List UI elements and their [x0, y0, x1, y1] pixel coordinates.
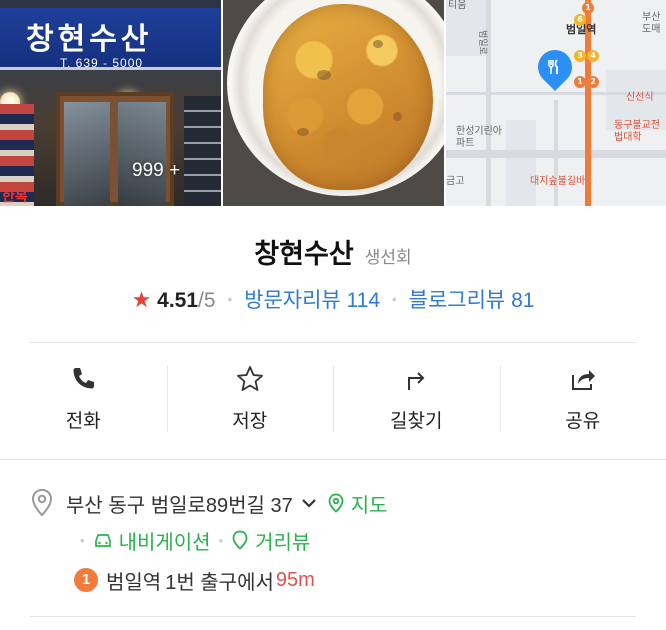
- separator: •: [80, 532, 85, 548]
- divider: [30, 616, 636, 617]
- subway-row: 1 범일역 1번 출구에서 95m: [74, 564, 315, 596]
- sign-phone: T. 639 - 5000: [60, 56, 144, 70]
- star-icon: ★: [131, 287, 152, 312]
- food-detail: [373, 40, 383, 48]
- place-category: 생선회: [364, 248, 412, 268]
- map-link[interactable]: 지도: [327, 489, 388, 518]
- rating-score: 4.51: [157, 289, 199, 312]
- line-number: 3: [574, 50, 586, 62]
- place-header: 창현수산 생선회: [0, 232, 666, 271]
- food-detail: [297, 128, 309, 136]
- food: [263, 4, 433, 190]
- address-text: 부산 동구 범일로89번길 37: [66, 494, 293, 517]
- side-window: [184, 96, 221, 206]
- action-bar: 전화 저장 길찾기 공유: [0, 360, 666, 440]
- photo-count[interactable]: 999 +: [132, 160, 180, 182]
- map-label: 신선식: [626, 92, 654, 103]
- store-sign: 창현수산 T. 639 - 5000: [0, 8, 221, 70]
- map-pin-icon: [328, 493, 344, 513]
- street-view-link-label: 거리뷰: [255, 531, 311, 554]
- map-road: [554, 100, 558, 206]
- map-label: 대지숲불길바: [530, 176, 586, 187]
- visitor-reviews-link[interactable]: 방문자리뷰 114: [244, 289, 380, 312]
- map-label: 금고: [446, 176, 465, 187]
- save-button[interactable]: 저장: [166, 360, 334, 440]
- street-view-icon: [232, 530, 248, 550]
- navigation-link-label: 내비게이션: [118, 531, 211, 554]
- divider: [30, 342, 636, 343]
- map-thumbnail[interactable]: 티움 범일역 부산도매 신선식 한성기린아파트 동구불교전법대학 대지숲불길바 …: [446, 0, 666, 206]
- star-icon: [236, 366, 263, 391]
- map-label: 동구불교전법대학: [614, 120, 660, 143]
- directions-label: 길찾기: [390, 411, 443, 432]
- address-row: 부산 동구 범일로89번길 37 지도: [30, 486, 388, 520]
- station-exit: 1번 출구에서: [165, 571, 274, 594]
- divider: [0, 459, 666, 460]
- food-photo[interactable]: [223, 0, 444, 206]
- line-number: 2: [587, 76, 599, 88]
- storefront-photo[interactable]: 창현수산 T. 639 - 5000 한복 999 +: [0, 0, 221, 206]
- photo-gallery[interactable]: 창현수산 T. 639 - 5000 한복 999 + 티움 범일역 부산도매: [0, 0, 666, 206]
- subway-line-badge: 1: [74, 568, 98, 592]
- share-icon: [571, 370, 595, 390]
- map-label: 부산도매: [642, 12, 661, 35]
- place-name: 창현수산: [254, 239, 354, 269]
- separator: •: [391, 291, 397, 307]
- car-icon: [94, 534, 111, 547]
- door-glass: [64, 102, 110, 206]
- street-view-link[interactable]: 거리뷰: [231, 526, 310, 555]
- save-label: 저장: [232, 411, 268, 432]
- sign-name: 창현수산: [26, 22, 153, 57]
- map-label: 티움: [448, 0, 467, 11]
- shop-text: 한복: [2, 189, 28, 205]
- station-name: 범일역: [106, 571, 162, 594]
- navigation-row: • 내비게이션 • 거리뷰: [72, 524, 310, 556]
- call-label: 전화: [65, 411, 101, 432]
- share-button[interactable]: 공유: [499, 360, 666, 440]
- map-label: 한성기린아파트: [456, 126, 502, 149]
- rating-row: ★ 4.51/5 • 방문자리뷰 114 • 블로그리뷰 81: [0, 284, 666, 314]
- line-number: 1: [582, 2, 594, 14]
- phone-icon: [73, 368, 95, 389]
- food-detail: [317, 70, 331, 80]
- map-block: [506, 120, 536, 206]
- food-detail: [393, 112, 402, 121]
- directions-icon: [408, 372, 425, 390]
- navigation-link[interactable]: 내비게이션: [93, 526, 211, 555]
- line-number: 1: [574, 76, 586, 88]
- call-button[interactable]: 전화: [0, 360, 167, 440]
- separator: •: [227, 291, 233, 307]
- line-number: 4: [587, 50, 599, 62]
- map-link-label: 지도: [350, 494, 388, 517]
- rating-max: /5: [198, 289, 216, 312]
- station-distance: 95m: [275, 568, 315, 591]
- separator: •: [218, 532, 224, 548]
- location-pin-icon: [31, 488, 53, 517]
- chevron-down-icon[interactable]: [301, 497, 317, 509]
- map-label: 범일로: [477, 30, 487, 55]
- line-number: 6: [574, 14, 586, 26]
- share-label: 공유: [565, 411, 601, 432]
- directions-button[interactable]: 길찾기: [333, 360, 500, 440]
- blog-reviews-link[interactable]: 블로그리뷰 81: [409, 289, 535, 312]
- door-glass: [118, 102, 166, 206]
